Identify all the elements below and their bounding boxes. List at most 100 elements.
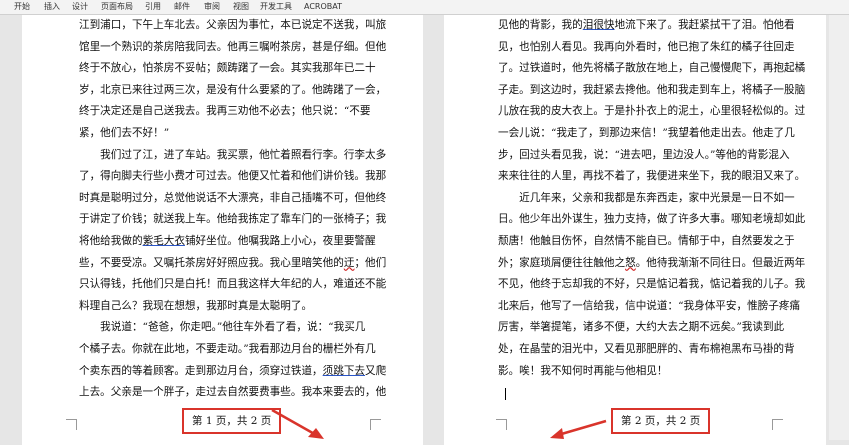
ribbon-tab[interactable]: 邮件 (174, 1, 190, 13)
text-run: 馆里一个熟识的茶房陪我同去。他再三嘱咐茶房，甚是仔细。但他 (79, 40, 387, 53)
text-line: 江到浦口，下午上车北去。父亲因为事忙，本已说定不送我，叫旅 (79, 15, 386, 37)
text-run: 一会儿说：“我走了，到那边来信！”我望着他走出去。他走了几 (498, 126, 795, 139)
text-line: 岁，北京已来往过两三次，是没有什么要紧的了。他踌躇了一会， (79, 80, 386, 102)
underlined-text: 泪很快 (582, 19, 615, 31)
text-line: 个卖东西的等着顾客。走到那边月台，须穿过铁道，须跳下去又爬 (79, 361, 386, 383)
text-run: 些，不要受凉。又嘱托茶房好好照应我。我心里暗笑他的 (79, 256, 344, 269)
text-run: 了。过铁道时，他先将橘子散放在地上，自己慢慢爬下，再抱起橘 (498, 62, 806, 75)
text-run: 不见，他终于忘却我的不好，只是惦记着我，惦记着我的儿子。我 (498, 278, 806, 291)
page-2-footer: 第 2 页，共 2 页 (611, 408, 711, 434)
text-line: 一会儿说：“我走了，到那边来信！”我望着他走出去。他走了几 (498, 123, 805, 145)
text-run: 又爬 (365, 364, 387, 377)
text-run: 将他给我做的 (79, 234, 143, 247)
text-run: 个橘子去。你就在此地，不要走动。”我看那边月台的栅栏外有几 (79, 342, 376, 355)
text-run: 时真是聪明过分，总觉他说话不大漂亮，非自己插嘴不可，但他终 (79, 191, 387, 204)
text-run: 近几年来，父亲和我都是东奔西走，家中光景是一日不如一 (498, 191, 795, 204)
text-line: 只认得钱，托他们只是白托！而且我这样大年纪的人，难道还不能 (79, 274, 386, 296)
ribbon-tab[interactable]: 开始 (14, 1, 30, 13)
text-line: 个橘子去。你就在此地，不要走动。”我看那边月台的栅栏外有几 (79, 339, 386, 361)
ribbon-tab[interactable]: ACROBAT (304, 1, 342, 13)
ribbon-tab[interactable]: 审阅 (204, 1, 220, 13)
document-page-1[interactable]: 江到浦口，下午上车北去。父亲因为事忙，本已说定不送我，叫旅 馆里一个熟识的茶房陪我… (22, 15, 423, 445)
text-run: 日。他少年出外谋生，独力支持，做了许多大事。哪知老境却如此 (498, 213, 806, 226)
page-1-text[interactable]: 江到浦口，下午上车北去。父亲因为事忙，本已说定不送我，叫旅 馆里一个熟识的茶房陪我… (79, 15, 386, 404)
text-line: 北来后，他写了一信给我，信中说道：“我身体平安，惟膀子疼痛 (498, 296, 805, 318)
text-run: 外；家庭琐屑便往往触他之 (498, 256, 626, 269)
text-run: 终于不放心，怕茶房不妥帖；颇踌躇了一会。其实我那年已二十 (79, 62, 376, 75)
ribbon-tab[interactable]: 开发工具 (260, 1, 292, 13)
text-run: 于讲定了价钱；就送我上车。他给我拣定了靠车门的一张椅子；我 (79, 213, 387, 226)
text-line: 见，也怕别人看见。我再向外看时，他已抱了朱红的橘子往回走 (498, 37, 805, 59)
ribbon-tab[interactable]: 视图 (233, 1, 249, 13)
text-run: 我说道：“爸爸，你走吧。”他往车外看了看，说：“我买几 (79, 321, 366, 334)
text-run: 我们过了江，进了车站。我买票，他忙着照看行李。行李太多 (79, 148, 387, 161)
ribbon-tab[interactable]: 引用 (145, 1, 161, 13)
text-run: 紧，他们去不好！” (79, 126, 170, 139)
text-run: 。他待我渐渐不同往日。但最近两年 (635, 256, 806, 269)
text-line: 时真是聪明过分，总觉他说话不大漂亮，非自己插嘴不可，但他终 (79, 188, 386, 210)
text-line: 紧，他们去不好！” (79, 123, 386, 145)
vertical-scrollbar[interactable] (829, 15, 849, 440)
red-arrow-annotation (550, 419, 607, 439)
text-line: 儿放在我的皮大衣上。于是扑扑衣上的泥土，心里很轻松似的。过 (498, 101, 805, 123)
crop-mark (496, 419, 507, 430)
text-line: 于讲定了价钱；就送我上车。他给我拣定了靠车门的一张椅子；我 (79, 209, 386, 231)
text-line: 近几年来，父亲和我都是东奔西走，家中光景是一日不如一 (498, 188, 805, 210)
text-line: 处，在晶莹的泪光中，又看见那肥胖的、青布棉袍黑布马褂的背 (498, 339, 805, 361)
text-line: 终于不放心，怕茶房不妥帖；颇踌躇了一会。其实我那年已二十 (79, 58, 386, 80)
text-line: 我说道：“爸爸，你走吧。”他往车外看了看，说：“我买几 (79, 317, 386, 339)
flagged-text: 怒 (625, 256, 636, 269)
text-line: 外；家庭琐屑便往往触他之怒。他待我渐渐不同往日。但最近两年 (498, 253, 805, 275)
text-line: 来来往往的人里，再找不着了，我便进来坐下，我的眼泪又来了。 (498, 166, 805, 188)
text-line: 日。他少年出外谋生，独力支持，做了许多大事。哪知老境却如此 (498, 209, 805, 231)
text-run: ；他们 (354, 256, 387, 269)
text-line: 颓唐！他触目伤怀，自然情不能自已。情郁于中，自然要发之于 (498, 231, 805, 253)
text-line: 影。唉！我不知何时再能与他相见！ (498, 361, 805, 383)
text-run: 见，也怕别人看见。我再向外看时，他已抱了朱红的橘子往回走 (498, 40, 795, 53)
text-run: 见他的背影，我的 (498, 19, 583, 31)
underlined-text: 须跳下去 (322, 364, 366, 377)
underlined-text: 紫毛大衣 (142, 234, 185, 247)
text-run: 儿放在我的皮大衣上。于是扑扑衣上的泥土，心里很轻松似的。过 (498, 105, 806, 118)
red-arrow-annotation (271, 408, 324, 439)
ribbon-tab[interactable]: 页面布局 (101, 1, 133, 13)
text-run: 了，得向脚夫行些小费才可过去。他便又忙着和他们讲价钱。我那 (79, 170, 387, 183)
text-run: 地流下来了。我赶紧拭干了泪。怕他看 (614, 19, 795, 31)
text-line: 我们过了江，进了车站。我买票，他忙着照看行李。行李太多 (79, 145, 386, 167)
text-line: 了。过铁道时，他先将橘子散放在地上，自己慢慢爬下，再抱起橘 (498, 58, 805, 80)
text-run: 料理自己么？我现在想想，我那时真是太聪明了。 (79, 299, 313, 312)
text-run: 北来后，他写了一信给我，信中说道：“我身体平安，惟膀子疼痛 (498, 299, 801, 312)
document-page-2[interactable]: 见他的背影，我的泪很快地流下来了。我赶紧拭干了泪。怕他看见，也怕别人看见。我再向… (444, 15, 826, 445)
text-line: 终于决定还是自己送我去。我再三劝他不必去；他只说：“不要 (79, 101, 386, 123)
text-run: 终于决定还是自己送我去。我再三劝他不必去；他只说：“不要 (79, 105, 371, 118)
text-line: 料理自己么？我现在想想，我那时真是太聪明了。 (79, 296, 386, 318)
text-run: 个卖东西的等着顾客。走到那边月台，须穿过铁道， (79, 364, 323, 377)
text-line: 了，得向脚夫行些小费才可过去。他便又忙着和他们讲价钱。我那 (79, 166, 386, 188)
text-line: 将他给我做的紫毛大衣铺好坐位。他嘱我路上小心，夜里要警醒 (79, 231, 386, 253)
text-line: 步，回过头看见我，说：“进去吧，里边没人。”等他的背影混入 (498, 145, 805, 167)
text-line: 不见，他终于忘却我的不好，只是惦记着我，惦记着我的儿子。我 (498, 274, 805, 296)
text-line: 馆里一个熟识的茶房陪我同去。他再三嘱咐茶房，甚是仔细。但他 (79, 37, 386, 59)
text-run: 只认得钱，托他们只是白托！而且我这样大年纪的人，难道还不能 (79, 278, 387, 291)
crop-mark (370, 419, 381, 430)
crop-mark (772, 419, 783, 430)
text-line: 子走。到这边时，我赶紧去搀他。他和我走到车上，将橘子一股脑 (498, 80, 805, 102)
page-1-footer: 第 1 页，共 2 页 (182, 408, 282, 434)
text-run: 上去。父亲是一个胖子，走过去自然要费事些。我本来要去的，他 (79, 386, 387, 399)
text-run: 颓唐！他触目伤怀，自然情不能自已。情郁于中，自然要发之于 (498, 234, 795, 247)
text-line: 厉害，举箸提笔，诸多不便，大约大去之期不远矣。”我读到此 (498, 317, 805, 339)
page-2-text[interactable]: 见他的背影，我的泪很快地流下来了。我赶紧拭干了泪。怕他看见，也怕别人看见。我再向… (498, 15, 805, 382)
text-cursor (505, 388, 506, 400)
ribbon-tab-bar: 开始 插入 设计 页面布局 引用 邮件 审阅 视图 开发工具 ACROBAT (0, 0, 849, 15)
text-run: 岁，北京已来往过两三次，是没有什么要紧的了。他踌躇了一会， (79, 83, 387, 96)
text-run: 子走。到这边时，我赶紧去搀他。他和我走到车上，将橘子一股脑 (498, 83, 806, 96)
crop-mark (66, 419, 77, 430)
text-run: 江到浦口，下午上车北去。父亲因为事忙，本已说定不送我，叫旅 (79, 19, 387, 31)
text-line: 见他的背影，我的泪很快地流下来了。我赶紧拭干了泪。怕他看 (498, 15, 805, 37)
text-run: 厉害，举箸提笔，诸多不便，大约大去之期不远矣。”我读到此 (498, 321, 785, 334)
flagged-text: 迂 (343, 256, 355, 269)
text-line: 上去。父亲是一个胖子，走过去自然要费事些。我本来要去的，他 (79, 382, 386, 404)
ribbon-tab[interactable]: 插入 (44, 1, 60, 13)
text-run: 影。唉！我不知何时再能与他相见！ (498, 364, 668, 377)
ribbon-tab[interactable]: 设计 (72, 1, 88, 13)
